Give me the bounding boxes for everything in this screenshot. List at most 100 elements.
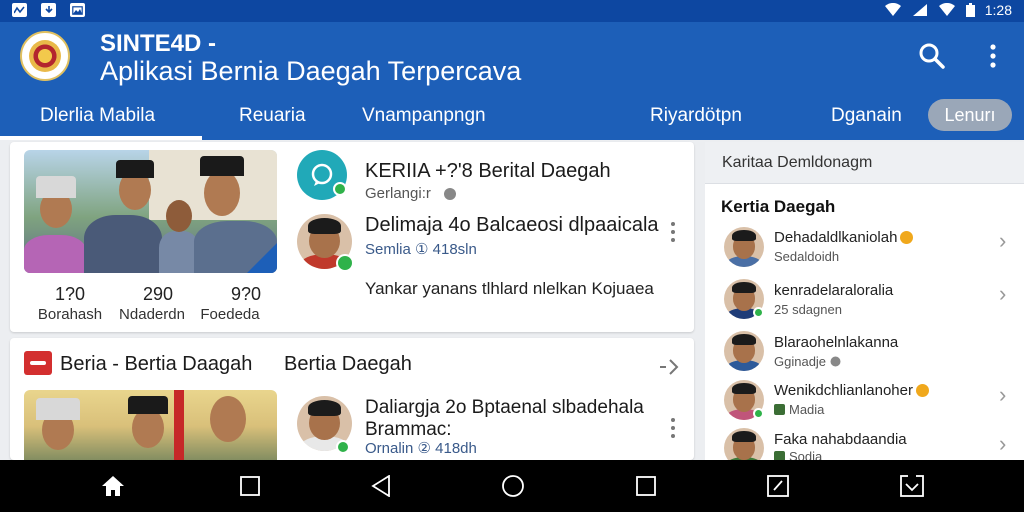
chevron-right-icon[interactable]: › — [999, 382, 1006, 408]
post-meta-3: Ornalin ② 418dh — [365, 440, 477, 457]
chevron-right-icon[interactable]: › — [999, 431, 1006, 457]
contact-avatar-1[interactable] — [724, 227, 764, 267]
edit-square-icon — [767, 475, 789, 497]
app-bar: SINTE4D - Aplikasi Bernia Daegah Terperc… — [0, 22, 1024, 140]
wifi-icon — [884, 3, 901, 16]
tab-dganain[interactable]: Dganain — [831, 96, 902, 136]
home-circle-button[interactable] — [499, 472, 527, 500]
status-bar: 1:28 — [0, 0, 1024, 22]
contact-meta-4-text: Madia — [789, 402, 825, 417]
contact-name-1-text: Dehadaldlkaniolah — [774, 229, 898, 246]
contact-name-1[interactable]: Dehadaldlkaniolah — [774, 229, 914, 246]
post-title-2[interactable]: Delimaja 4o Balcaeosi dlpaaicala — [365, 214, 659, 237]
home-icon — [102, 476, 124, 496]
photo2-hat-2 — [128, 396, 168, 414]
contact-name-2[interactable]: kenradelaraloralia — [774, 282, 893, 299]
tab-bar: Dlerlia Mabila Reuaria Vnampanpngn Riyar… — [0, 96, 1024, 140]
photo-person-1 — [24, 235, 86, 273]
media-square-icon — [774, 404, 785, 415]
c4-hair — [732, 383, 756, 395]
contact-online-2 — [753, 307, 764, 318]
photo-person-3 — [159, 231, 199, 273]
flag-icon — [24, 351, 52, 375]
photo2-hat-1 — [36, 398, 80, 420]
online-indicator-2 — [336, 254, 354, 272]
back-button[interactable] — [367, 472, 395, 500]
status-bar-system: 1:28 — [884, 2, 1012, 18]
search-button[interactable] — [916, 40, 948, 72]
verified-badge-icon — [900, 231, 914, 244]
app-subtitle: Aplikasi Bernia Daegah Terpercava — [100, 56, 522, 86]
overflow-menu-button[interactable] — [977, 40, 1009, 72]
photo2-head-2 — [132, 408, 164, 448]
battery-icon — [965, 3, 975, 17]
stat-label-3: Foededa — [200, 306, 260, 323]
home-button[interactable] — [99, 472, 127, 500]
stat-value-1: 1?0 — [54, 284, 86, 304]
stat-value-3: 9?0 — [230, 284, 262, 304]
tab-lenuri[interactable]: Lenurı — [928, 99, 1012, 131]
signal-icon — [912, 4, 927, 16]
search-icon — [919, 43, 945, 69]
photo-hat-2 — [116, 160, 154, 178]
avatar-hair — [308, 218, 341, 234]
contact-name-4-text: Wenikdchlianlanoher — [774, 382, 913, 399]
edit-button[interactable] — [764, 472, 792, 500]
chevron-right-icon[interactable] — [660, 358, 680, 376]
app-logo[interactable] — [20, 31, 70, 81]
c5-hair — [732, 431, 756, 443]
section-title-b[interactable]: Bertia Daegah — [284, 353, 412, 376]
more-vert-icon — [990, 44, 996, 68]
post-options-button-2[interactable] — [670, 418, 676, 438]
app-title: SINTE4D - — [100, 30, 217, 57]
tab-reuaria[interactable]: Reuaria — [239, 96, 306, 136]
active-tab-indicator — [0, 136, 202, 140]
contact-meta-4: Madia — [774, 402, 824, 417]
chevron-right-icon[interactable]: › — [999, 228, 1006, 254]
contact-meta-3: Gginadje — [774, 354, 841, 369]
stat-value-2: 290 — [142, 284, 174, 304]
emblem-icon — [29, 40, 61, 72]
post-meta-1: Gerlangi:r — [365, 185, 431, 202]
news-photo-1[interactable] — [24, 150, 277, 273]
chevron-right-icon[interactable]: › — [999, 281, 1006, 307]
verified-badge-icon — [915, 384, 929, 397]
post-title-1[interactable]: KERIIA +?'8 Berital Daegah — [365, 160, 611, 183]
square-icon — [240, 476, 260, 496]
news-photo-2[interactable] — [24, 390, 277, 460]
photo-head-4 — [204, 170, 240, 216]
status-bar-notifications — [12, 3, 85, 17]
contact-name-5[interactable]: Faka nahabdaandia — [774, 431, 907, 448]
online-indicator-3 — [336, 440, 350, 454]
contact-meta-3-text: Gginadje — [774, 354, 827, 369]
post-title-3[interactable]: Daliargja 2o Bptaenal slbadehala — [365, 397, 644, 419]
section-title-a[interactable]: Beria - Bertia Daagah — [60, 353, 252, 376]
avatar2-hair — [308, 400, 341, 416]
online-indicator — [333, 182, 347, 196]
tab-dlerlia-mabila[interactable]: Dlerlia Mabila — [40, 96, 155, 136]
status-time: 1:28 — [984, 2, 1012, 18]
contact-avatar-3[interactable] — [724, 331, 764, 371]
contact-meta-1: Sedaldoidh — [774, 249, 840, 264]
feed-card-2: Beria - Bertia Daagah Bertia Daegah Dali… — [10, 338, 694, 460]
activity-notification-icon — [12, 3, 27, 17]
screenshot-button[interactable] — [898, 472, 926, 500]
tab-vnampanpngn[interactable]: Vnampanpngn — [362, 96, 486, 136]
feed-card-1: 1?0 Borahash 290 Ndaderdn 9?0 Foededa KE… — [10, 142, 694, 332]
tab-riyardotpn[interactable]: Riyardötpn — [650, 96, 742, 136]
system-navigation-bar — [0, 460, 1024, 512]
photo2-flag — [174, 390, 184, 460]
overview-button[interactable] — [632, 472, 660, 500]
post-options-button[interactable] — [670, 222, 676, 242]
contact-name-3[interactable]: Blaraohelnlakanna — [774, 334, 898, 351]
side-panel-header: Karitaa Demldonagm — [705, 142, 1024, 184]
photo-hat-1 — [36, 176, 76, 198]
c1-hair — [732, 230, 756, 242]
side-panel-subtitle: Kertia Daegah — [721, 197, 836, 216]
image-notification-icon — [70, 3, 85, 17]
recents-button[interactable] — [236, 472, 264, 500]
photo-person-2 — [84, 215, 162, 273]
c2-hair — [732, 282, 756, 294]
contact-name-4[interactable]: Wenikdchlianlanoher — [774, 382, 929, 399]
post-title-3-cont[interactable]: Brammac: — [365, 419, 452, 441]
